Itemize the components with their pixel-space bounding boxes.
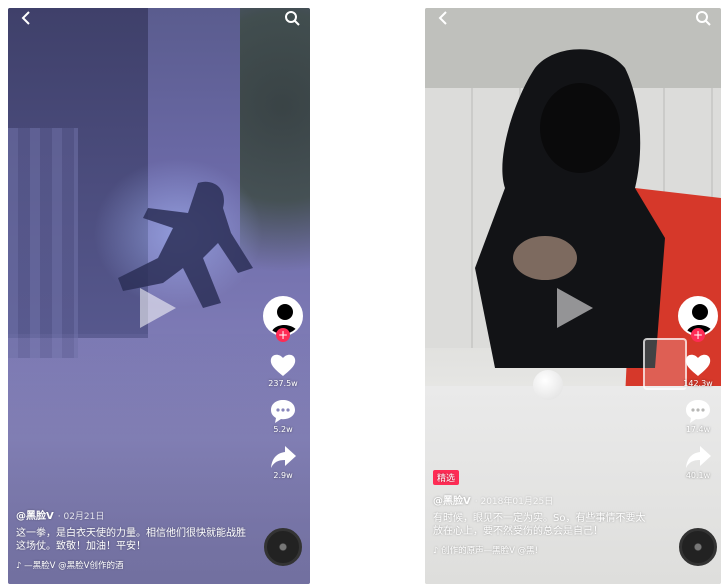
post-date: · 02月21日 xyxy=(57,512,105,522)
music-info[interactable]: ♪ 创作的原声—黑脸V @黑! xyxy=(433,544,653,556)
play-icon[interactable] xyxy=(136,284,180,332)
music-disc-icon[interactable] xyxy=(679,528,717,566)
share-icon xyxy=(271,446,296,468)
like-count: 142.3w xyxy=(683,379,713,388)
caption: @黑脸V · 02月21日 这一拳，是白衣天使的力量。相信他们很快就能战胜这场仗。… xyxy=(16,504,246,571)
share-count: 40.1w xyxy=(685,471,711,480)
jumping-figure xyxy=(118,181,253,308)
comment-count: 5.2w xyxy=(273,425,293,434)
share-action[interactable]: 2.9w xyxy=(269,444,297,480)
music-info[interactable]: ♪ —黑脸V @黑脸V创作的酒 xyxy=(16,559,246,571)
ping-pong-ball xyxy=(533,370,563,400)
share-icon xyxy=(686,446,711,468)
caption: 精选 @黑脸V · 2018年01月25日 有时候，眼见不一定为实。So，有些事情… xyxy=(433,466,653,556)
username[interactable]: @黑脸V xyxy=(433,496,471,507)
share-action[interactable]: 40.1w xyxy=(684,444,712,480)
music-disc-icon[interactable] xyxy=(264,528,302,566)
comment-icon xyxy=(686,400,710,423)
comment-action[interactable]: 5.2w xyxy=(269,398,297,434)
action-column: + 237.5w 5.2w 2.9w xyxy=(262,296,304,480)
back-icon[interactable] xyxy=(435,10,451,26)
follow-plus-icon[interactable]: + xyxy=(276,328,290,342)
top-bar xyxy=(8,8,310,30)
featured-tag: 精选 xyxy=(433,470,460,485)
video-feed-right[interactable]: + 142.3w 17.4w 40.1w 精选 @黑脸V · 2018年01月25… xyxy=(425,8,721,584)
video-description: 有时候，眼见不一定为实。So，有些事情不要太放在心上，要不然受伤的总会是自己！ xyxy=(433,513,646,537)
top-bar xyxy=(425,8,721,30)
like-action[interactable]: 237.5w xyxy=(268,352,298,388)
heart-icon xyxy=(685,354,711,376)
play-icon[interactable] xyxy=(553,284,597,332)
like-action[interactable]: 142.3w xyxy=(683,352,713,388)
background-windows xyxy=(8,128,78,358)
like-count: 237.5w xyxy=(268,379,298,388)
share-count: 2.9w xyxy=(273,471,293,480)
back-icon[interactable] xyxy=(18,10,34,26)
comment-count: 17.4w xyxy=(685,425,711,434)
video-description: 这一拳，是白衣天使的力量。相信他们很快就能战胜这场仗。致敬！加油！平安！ xyxy=(16,528,246,552)
follow-plus-icon[interactable]: + xyxy=(691,328,705,342)
username[interactable]: @黑脸V xyxy=(16,511,54,522)
video-feed-left[interactable]: + 237.5w 5.2w 2.9w @黑脸V · 02月21日 这一拳，是白衣天… xyxy=(8,8,310,584)
search-icon[interactable] xyxy=(695,10,711,26)
comment-action[interactable]: 17.4w xyxy=(684,398,712,434)
heart-icon xyxy=(270,354,296,376)
action-column: + 142.3w 17.4w 40.1w xyxy=(677,296,719,480)
comment-icon xyxy=(271,400,295,423)
post-date: · 2018年01月25日 xyxy=(474,497,554,507)
search-icon[interactable] xyxy=(284,10,300,26)
